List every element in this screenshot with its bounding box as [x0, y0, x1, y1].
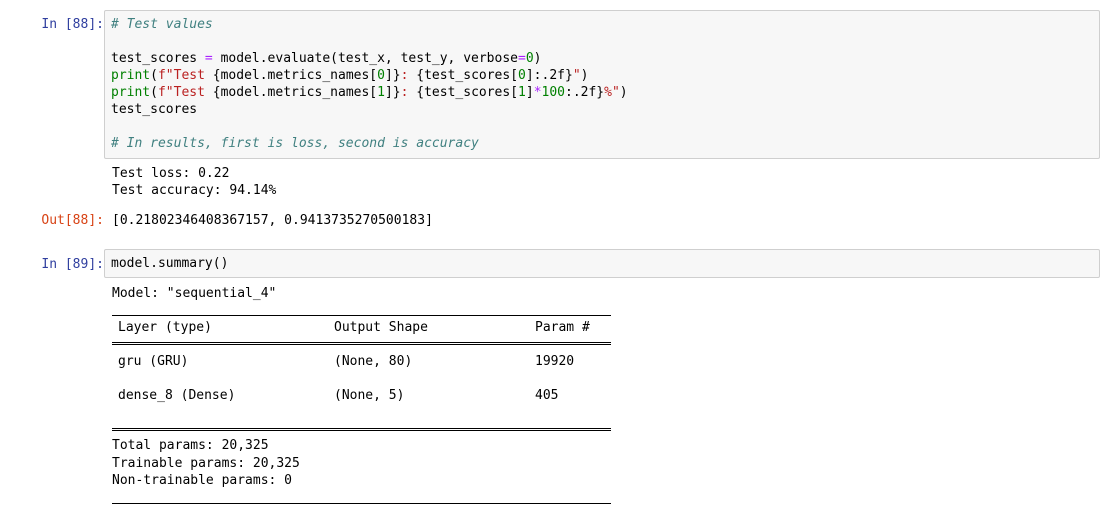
- cell-88-input-prompt: In [88]:: [41, 17, 104, 32]
- code-line-print-loss: print(f"Test {model.metrics_names[0]}: {…: [111, 68, 589, 83]
- summary-row-1-layer: gru (GRU): [118, 354, 189, 369]
- code-comment-results: # In results, first is loss, second is a…: [111, 136, 479, 151]
- summary-trainable-params: Trainable params: 20,325: [112, 456, 300, 471]
- summary-header-layer: Layer (type): [118, 320, 212, 335]
- summary-top-rule: [112, 315, 611, 316]
- code-line-print-accuracy: print(f"Test {model.metrics_names[1]}: {…: [111, 85, 628, 100]
- summary-non-trainable-params: Non-trainable params: 0: [112, 473, 293, 488]
- stdout-test-accuracy: Test accuracy: 94.14%: [112, 183, 277, 198]
- cell-88-output-prompt: Out[88]:: [41, 213, 104, 228]
- cell-88-code-editor[interactable]: # Test values test_scores = model.evalua…: [104, 10, 1100, 159]
- summary-row-2-shape: (None, 5): [334, 388, 405, 403]
- summary-bottom-rule: [112, 503, 611, 504]
- code-line-test-scores: test_scores: [111, 102, 198, 117]
- summary-row-2-layer: dense_8 (Dense): [118, 388, 236, 403]
- summary-body-rule: [112, 428, 611, 431]
- cell-89-input-prompt: In [89]:: [41, 257, 104, 272]
- summary-model-name: Model: "sequential_4": [112, 286, 277, 301]
- summary-total-params: Total params: 20,325: [112, 438, 269, 453]
- code-comment-test-values: # Test values: [111, 17, 213, 32]
- summary-row-1-params: 19920: [535, 354, 575, 369]
- stdout-test-loss: Test loss: 0.22: [112, 166, 230, 181]
- summary-row-1-shape: (None, 80): [334, 354, 413, 369]
- code-line-evaluate: test_scores = model.evaluate(test_x, tes…: [111, 51, 542, 66]
- summary-header-rule: [112, 342, 611, 345]
- code-line-model-summary: model.summary(): [111, 256, 229, 271]
- summary-header-output-shape: Output Shape: [334, 320, 428, 335]
- cell-89-code-editor[interactable]: model.summary(): [104, 249, 1100, 278]
- cell-88-result: [0.21802346408367157, 0.9413735270500183…: [112, 213, 433, 228]
- summary-row-2-params: 405: [535, 388, 559, 403]
- summary-header-param-count: Param #: [535, 320, 590, 335]
